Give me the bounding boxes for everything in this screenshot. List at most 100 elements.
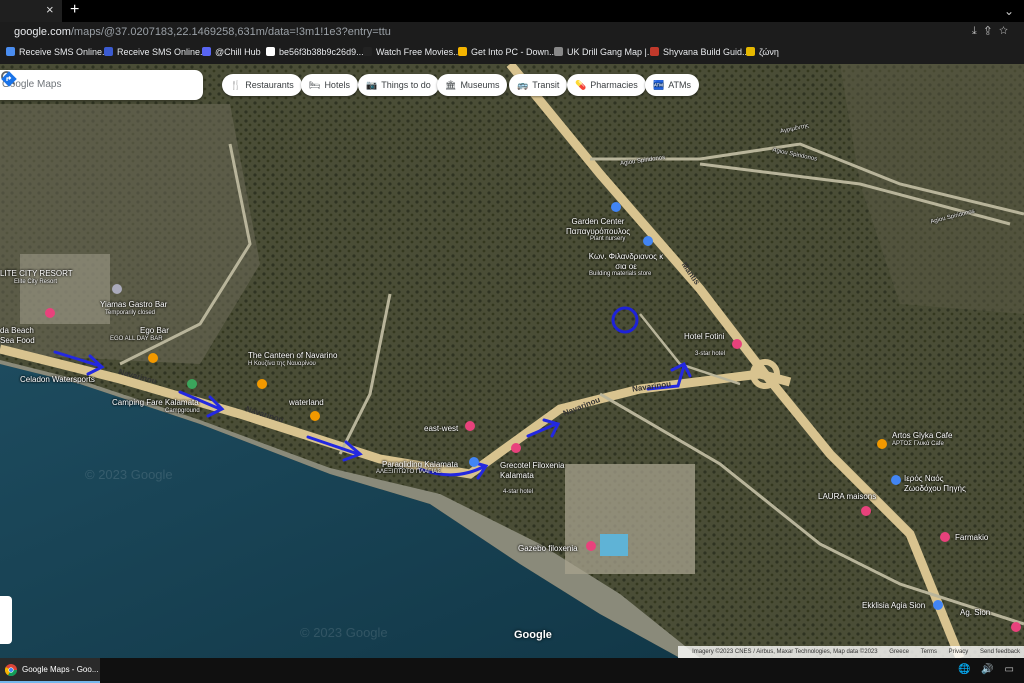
bookmark-item[interactable]: Receive SMS Online... [6,47,110,57]
browser-tab[interactable]: × [0,0,62,22]
pin-icon [469,457,479,467]
directions-icon[interactable] [0,70,18,88]
place-sublabel: Building materials store [589,271,652,277]
place-label[interactable]: Garden Center Παπαγυρόπουλος [553,217,643,237]
chip-label: Restaurants [245,80,294,90]
place-sublabel: Elite City Resort [14,279,58,285]
bookmark-favicon-icon [458,47,467,56]
bookmark-item[interactable]: be56f3b38b9c26d9.... [266,47,366,57]
place-label[interactable]: The Canteen of Navarino [248,351,337,360]
chip-label: Hotels [324,80,350,90]
attribution-text: Imagery ©2023 CNES / Airbus, Maxar Techn… [692,649,878,655]
close-tab-icon[interactable]: × [46,3,54,17]
pin-icon [1011,622,1021,632]
chip-icon: 🏛 [445,80,457,90]
chip-things-to-do[interactable]: 📷 Things to do [358,74,439,96]
map-attribution: Imagery ©2023 CNES / Airbus, Maxar Techn… [678,646,1024,658]
place-label[interactable]: Farmakio [955,533,988,542]
bookmark-favicon-icon [202,47,211,56]
bookmark-label: @Chill Hub [215,47,261,57]
satellite-imagery[interactable] [0,64,1024,658]
bookmark-favicon-icon [6,47,15,56]
place-label[interactable]: Gazebo filoxenia [518,544,578,553]
chip-label: Pharmacies [590,80,638,90]
place-label[interactable]: LAURA maisons [818,492,876,501]
bookmark-item[interactable]: Receive SMS Online... [104,47,208,57]
google-logo: Google [514,629,552,641]
place-label[interactable]: waterland [289,398,324,407]
shop-pin-icon [465,421,475,431]
share-icon[interactable]: ⇪ [985,25,999,37]
place-label[interactable]: Paragliding Kalamata [382,460,458,469]
address-actions[interactable]: ⤓⇪☆ [972,25,1016,38]
footer-link-privacy[interactable]: Privacy [949,649,969,655]
bookmark-favicon-icon [554,47,563,56]
hotel-complex [565,464,695,574]
place-sublabel: Campground [165,408,200,414]
place-label[interactable]: Grecotel Filoxenia Kalamata [500,461,578,481]
place-label[interactable]: east-west [424,424,458,433]
address-bar[interactable]: google.com/maps/@37.0207183,22.1469258,6… [0,22,1024,43]
footer-link-greece[interactable]: Greece [889,649,909,655]
place-label[interactable]: Hotel Fotini [684,332,724,341]
bookmark-favicon-icon [266,47,275,56]
bookmark-label: UK Drill Gang Map |... [567,47,655,57]
taskbar: Google Maps - Goo... 🌐 🔊 ▭ [0,658,1024,683]
chip-label: Museums [460,80,500,90]
chip-atms[interactable]: 🏧 ATMs [645,74,700,96]
bookmark-star-icon[interactable]: ☆ [999,25,1016,37]
pin-icon [933,600,943,610]
pharmacy-pin-icon [940,532,950,542]
bookmark-item[interactable]: UK Drill Gang Map |... [554,47,654,57]
town-area [0,104,260,364]
bar-pin-icon [148,353,158,363]
taskbar-chrome-item[interactable]: Google Maps - Goo... [0,658,100,683]
footer-link-feedback[interactable]: Send feedback [980,649,1020,655]
place-sublabel: 4-star hotel [503,489,534,495]
system-tray[interactable]: 🌐 🔊 ▭ [958,664,1018,675]
chevron-down-icon[interactable]: ⌄ [1004,4,1014,18]
place-label[interactable]: Ego Bar [140,326,169,335]
pegman-control[interactable] [0,596,12,644]
bookmark-item[interactable]: Get Into PC - Down... [458,47,557,57]
place-label[interactable]: Κων. Φιλανδριανος κ σια οε [586,252,666,272]
place-label[interactable]: Celadon Watersports [20,375,95,384]
map-canvas[interactable]: Google Maps 🍴 Restaurants 🛏 Hotels 📷 Things t… [0,64,1024,658]
bookmark-label: be56f3b38b9c26d9.... [279,47,367,57]
bookmark-item[interactable]: Shyvana Build Guid... [650,47,750,57]
bookmark-item[interactable]: Watch Free Movies... [363,47,461,57]
place-sublabel: Temporarily closed [105,310,156,316]
place-label[interactable]: LITE CITY RESORT [0,269,73,278]
pin-icon [611,202,621,212]
place-sublabel: EGO ALL DAY BAR [110,336,163,342]
install-icon[interactable]: ⤓ [972,25,985,37]
place-label[interactable]: Ιερός Ναός Ζωοδόχου Πηγής [904,474,974,494]
place-label[interactable]: da Beach [0,326,34,335]
restaurant-pin-icon [257,379,267,389]
chip-transit[interactable]: 🚌 Transit [509,74,568,96]
url-path: /maps/@37.0207183,22.1469258,631m/data=!… [70,26,391,38]
chip-museums[interactable]: 🏛 Museums [437,74,508,96]
place-label[interactable]: Yiamas Gastro Bar [100,300,167,309]
place-sublabel: ΑΛΕΞΙΠΤΩΤΟ ΠΛΑΓΙΑΣ [376,469,441,475]
new-tab-icon[interactable]: + [70,2,79,18]
place-label[interactable]: Ag. Sion [960,608,990,617]
place-label[interactable]: Camping Fare Kalamata [112,398,199,407]
chip-hotels[interactable]: 🛏 Hotels [301,74,358,96]
shop-pin-icon [861,506,871,516]
pin-icon [112,284,122,294]
chip-icon: 📷 [366,80,378,90]
place-label[interactable]: Ekklisia Agia Sion [862,601,925,610]
bookmark-item[interactable]: ζώνη [746,47,779,57]
search-box[interactable]: Google Maps [0,70,203,100]
chip-icon: 💊 [575,80,587,90]
footer-link-terms[interactable]: Terms [921,649,937,655]
chip-icon: 🚌 [517,80,529,90]
chip-restaurants[interactable]: 🍴 Restaurants [222,74,302,96]
place-label[interactable]: Artos Glyka Cafe [892,431,952,440]
tab-bar: × + ⌄ [0,0,1024,22]
chip-pharmacies[interactable]: 💊 Pharmacies [567,74,646,96]
place-sublabel: Plant nursery [590,236,626,242]
url-text[interactable]: google.com/maps/@37.0207183,22.1469258,6… [14,26,391,38]
bookmark-item[interactable]: @Chill Hub [202,47,261,57]
